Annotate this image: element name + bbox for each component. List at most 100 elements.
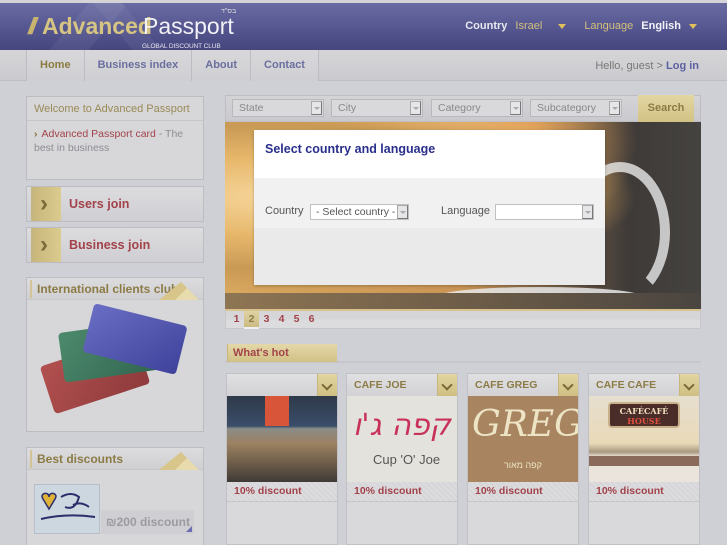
modal-title: Select country and language: [265, 142, 436, 156]
tab-business-index[interactable]: Business index: [83, 50, 192, 81]
dropdown-arrow-icon[interactable]: [311, 101, 322, 115]
subcategory-select[interactable]: Subcategory: [530, 99, 622, 117]
tab-about[interactable]: About: [191, 50, 251, 81]
logo-text: CAFÉCAFÉ: [619, 406, 669, 416]
hot-item[interactable]: CAFE JOE קפה ג'ו Cup 'O' Joe 10% discoun…: [346, 373, 458, 545]
tab-home[interactable]: Home: [26, 50, 84, 81]
main-nav: Home Business index About Contact Hello,…: [0, 50, 727, 81]
modal-country-select[interactable]: - Select country -: [310, 204, 409, 220]
page-link[interactable]: 6: [304, 311, 319, 327]
best-discounts-panel: Best discounts ₪200 discount: [26, 447, 204, 545]
chevron-down-icon[interactable]: [558, 23, 567, 29]
best-discount-value[interactable]: ₪200 discount: [101, 510, 194, 534]
discount-text: ₪200 discount: [106, 515, 190, 529]
welcome-panel: Welcome to Advanced Passport › Advanced P…: [26, 96, 204, 180]
modal-country-value: - Select country -: [316, 206, 396, 218]
logo-slash: //: [28, 13, 37, 39]
page-link[interactable]: 4: [274, 311, 289, 327]
locale-modal: Select country and language Country - Se…: [254, 130, 605, 285]
hot-item[interactable]: CAFE CAFE CAFÉCAFÉ HOUSE 10% discount: [588, 373, 700, 545]
category-select[interactable]: Category: [431, 99, 523, 117]
logo-passport: Passport: [143, 13, 234, 39]
mountain-icon: [159, 282, 199, 300]
logo-advanced: Advanced: [42, 13, 152, 39]
dropdown-arrow-icon[interactable]: [397, 205, 408, 219]
state-select[interactable]: State: [232, 99, 324, 117]
city-select-value: City: [338, 102, 357, 114]
page-link[interactable]: 1: [229, 311, 244, 327]
chevron-down-icon[interactable]: [558, 374, 578, 396]
logo-hebrew: בס"ד: [221, 8, 237, 15]
item-image[interactable]: CAFÉCAFÉ HOUSE: [589, 396, 699, 482]
mountain-icon: [159, 452, 199, 470]
logo-text: GREG: [472, 404, 578, 445]
logo-subtext: Cup 'O' Joe: [373, 452, 441, 467]
chevron-right-icon: ›: [34, 128, 38, 140]
logo-subtext: HOUSE: [627, 416, 661, 426]
dropdown-arrow-icon[interactable]: [410, 101, 421, 115]
country-dropdown[interactable]: Israel: [515, 20, 542, 32]
chevron-right-icon: ›: [31, 228, 61, 262]
item-discount: 10% discount: [347, 482, 457, 502]
page-link[interactable]: 3: [259, 311, 274, 327]
greeting: Hello, guest > Log in: [595, 60, 699, 72]
title-accent: [30, 450, 32, 468]
corner-arrow-icon: [186, 526, 192, 532]
whats-hot-bar: What's hot: [225, 343, 701, 363]
house-wall: [589, 466, 699, 482]
item-discount: 10% discount: [589, 482, 699, 502]
city-select[interactable]: City: [331, 99, 423, 117]
logo[interactable]: // Advanced Passport GLOBAL DISCOUNT CLU…: [28, 8, 238, 50]
welcome-title: Welcome to Advanced Passport: [27, 97, 203, 121]
state-select-value: State: [239, 102, 264, 114]
login-link[interactable]: Log in: [666, 60, 699, 72]
hot-item[interactable]: 10% discount: [226, 373, 338, 545]
greeting-text: Hello, guest >: [595, 60, 663, 72]
page-link-current[interactable]: 2: [244, 311, 259, 329]
chevron-down-icon[interactable]: [679, 374, 699, 396]
whats-hot-title[interactable]: What's hot: [227, 344, 337, 362]
heart-logo-icon: [40, 492, 96, 520]
item-image[interactable]: [227, 396, 337, 482]
tab-contact[interactable]: Contact: [250, 50, 319, 81]
chevron-down-icon[interactable]: [317, 374, 337, 396]
international-club-panel: International clients club: [26, 277, 204, 432]
locale-selector: Country Israel Language English: [465, 20, 697, 32]
country-label: Country: [465, 20, 508, 32]
subcategory-select-value: Subcategory: [537, 102, 596, 114]
business-join-button[interactable]: › Business join: [26, 227, 204, 263]
logo-text: קפה ג'ו: [353, 408, 451, 443]
item-discount: 10% discount: [227, 482, 337, 502]
house-roof: [589, 456, 699, 466]
dropdown-arrow-icon[interactable]: [510, 101, 521, 115]
item-image[interactable]: קפה ג'ו Cup 'O' Joe: [347, 396, 457, 482]
language-dropdown[interactable]: English: [641, 20, 681, 32]
item-image[interactable]: GREG קפה מאור: [468, 396, 578, 482]
hero-bottom: [225, 293, 701, 309]
modal-language-select[interactable]: [495, 204, 594, 220]
welcome-text: › Advanced Passport card - The best in bu…: [27, 121, 203, 155]
users-join-button[interactable]: › Users join: [26, 186, 204, 222]
item-name: CAFE JOE: [354, 379, 407, 391]
banner-pager: 123456: [225, 309, 701, 329]
logo-badge: CAFÉCAFÉ HOUSE: [608, 402, 680, 428]
page-link[interactable]: 5: [289, 311, 304, 327]
logo-subtext: קפה מאור: [504, 460, 542, 470]
passport-card-link[interactable]: Advanced Passport card: [42, 128, 156, 140]
title-accent: [30, 280, 32, 298]
users-join-label: Users join: [69, 197, 130, 211]
logo-tagline: GLOBAL DISCOUNT CLUB: [142, 43, 221, 50]
discount-business-logo[interactable]: [34, 484, 100, 534]
hot-item[interactable]: CAFE GREG GREG קפה מאור 10% discount: [467, 373, 579, 545]
item-name: CAFE CAFE: [596, 379, 657, 391]
site-header: // Advanced Passport GLOBAL DISCOUNT CLU…: [0, 0, 727, 50]
passport-cards-image[interactable]: [27, 300, 203, 432]
search-button[interactable]: Search: [638, 95, 694, 122]
dropdown-arrow-icon[interactable]: [609, 101, 620, 115]
language-label: Language: [584, 20, 634, 32]
business-join-label: Business join: [69, 238, 151, 252]
chevron-down-icon[interactable]: [437, 374, 457, 396]
category-select-value: Category: [438, 102, 481, 114]
chevron-down-icon[interactable]: [689, 23, 697, 29]
dropdown-arrow-icon[interactable]: [582, 205, 593, 219]
